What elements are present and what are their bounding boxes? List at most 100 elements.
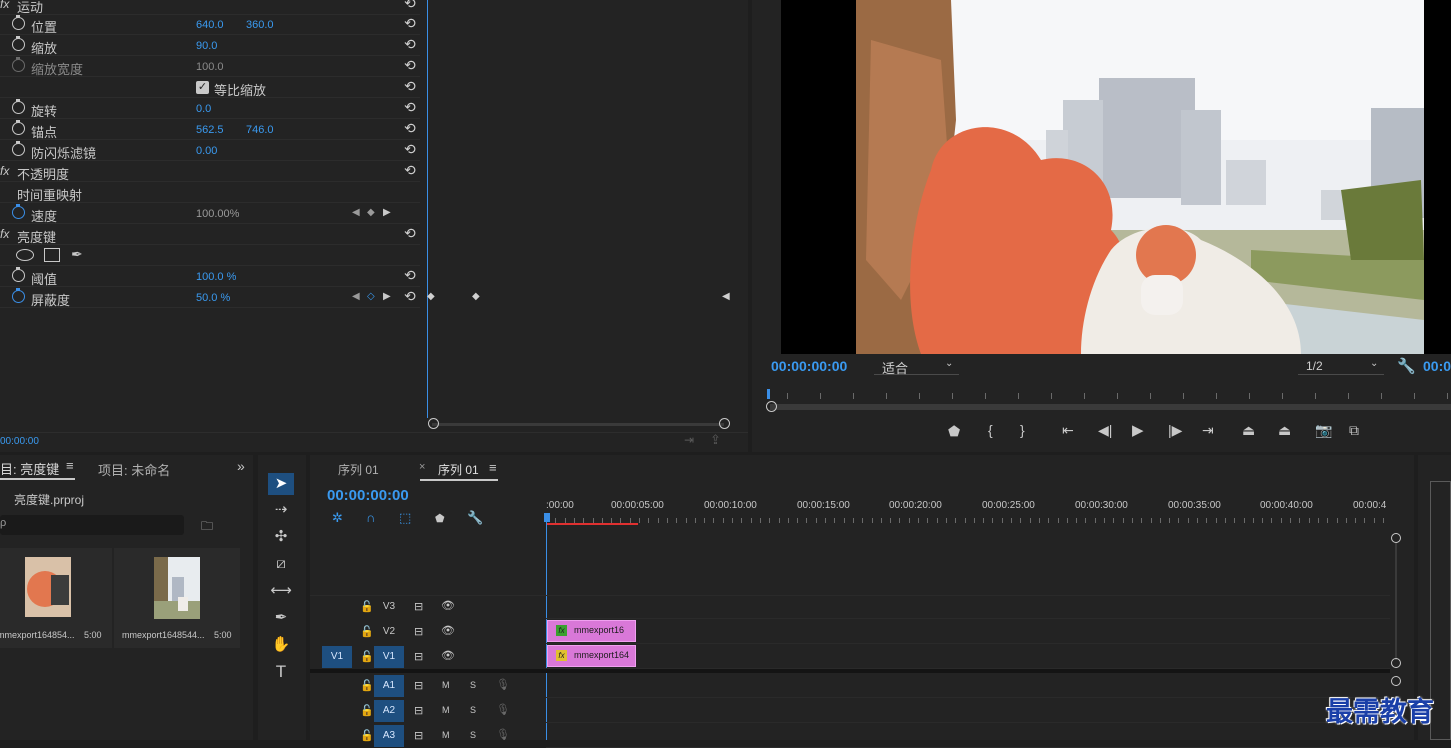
scroll-handle-top[interactable]: [1391, 676, 1401, 686]
sequence-tab-inactive[interactable]: 序列 01: [338, 461, 379, 478]
lock-icon[interactable]: 🔓: [360, 625, 374, 638]
linked-selection-icon[interactable]: ⬚: [399, 510, 411, 526]
stopwatch-icon[interactable]: [12, 36, 25, 51]
keyframe-nav-icon[interactable]: ◀: [722, 291, 730, 302]
hand-tool-icon[interactable]: ✋: [268, 634, 294, 656]
compare-view-icon[interactable]: ⧉: [1349, 422, 1359, 439]
anchor-x-value[interactable]: 562.5: [196, 124, 224, 136]
export-icon[interactable]: ⇪: [710, 432, 721, 448]
scroll-handle-left[interactable]: [428, 418, 439, 429]
project-item[interactable]: mmexport1648544... 5:00: [114, 548, 240, 648]
fit-dropdown[interactable]: 适合 ⌄: [874, 357, 959, 376]
position-y-value[interactable]: 360.0: [246, 19, 274, 31]
track-v1[interactable]: [546, 645, 1390, 669]
playhead-line[interactable]: [427, 0, 428, 418]
opacity-row[interactable]: fx 不透明度 ⟲: [0, 161, 420, 182]
reset-icon[interactable]: ⟲: [404, 288, 416, 305]
mute-button[interactable]: M: [442, 705, 450, 715]
lift-icon[interactable]: ⏏: [1242, 422, 1255, 439]
reset-icon[interactable]: ⟲: [404, 57, 416, 74]
scroll-handle-top[interactable]: [1391, 533, 1401, 543]
sync-lock-icon[interactable]: ⊟: [414, 729, 423, 742]
close-icon[interactable]: ×: [419, 461, 425, 473]
stopwatch-icon[interactable]: [12, 288, 25, 303]
slip-tool-icon[interactable]: ⟷: [268, 580, 294, 602]
track-target[interactable]: A3: [374, 725, 404, 747]
reset-icon[interactable]: ⟲: [404, 78, 416, 95]
filter-icon[interactable]: ⇥: [684, 433, 694, 447]
antiflicker-value[interactable]: 0.00: [196, 145, 217, 157]
sync-lock-icon[interactable]: ⊟: [414, 679, 423, 692]
microphone-icon[interactable]: 🎙: [496, 678, 510, 691]
lock-icon[interactable]: 🔓: [360, 729, 374, 742]
video-canvas[interactable]: [781, 0, 1451, 354]
panel-menu-icon[interactable]: ≡: [66, 458, 74, 473]
solo-button[interactable]: S: [470, 705, 476, 715]
reset-icon[interactable]: ⟲: [404, 225, 416, 242]
step-back-icon[interactable]: ◀|: [1098, 422, 1112, 439]
track-select-tool-icon[interactable]: ⇢: [268, 499, 294, 521]
cutoff-value[interactable]: 50.0 %: [196, 292, 230, 304]
go-to-out-icon[interactable]: ⇥: [1202, 422, 1214, 439]
stopwatch-icon[interactable]: [12, 15, 25, 30]
stopwatch-icon[interactable]: [12, 204, 25, 219]
type-tool-icon[interactable]: T: [268, 661, 294, 683]
threshold-value[interactable]: 100.0 %: [196, 271, 236, 283]
mute-button[interactable]: M: [442, 730, 450, 740]
pen-mask-icon[interactable]: ✒: [71, 246, 83, 263]
lock-icon[interactable]: 🔓: [360, 704, 374, 717]
microphone-icon[interactable]: 🎙: [496, 703, 510, 716]
timeline-timecode[interactable]: 00:00:00:00: [327, 487, 409, 504]
track-v2[interactable]: [546, 620, 1390, 644]
program-timecode[interactable]: 00:00:00:00: [771, 358, 847, 374]
wrench-icon[interactable]: 🔧: [1397, 357, 1416, 375]
panel-menu-icon[interactable]: ≡: [489, 460, 497, 475]
next-keyframe-icon[interactable]: ▶: [383, 291, 391, 302]
ripple-edit-tool-icon[interactable]: ✣: [268, 526, 294, 548]
lock-icon[interactable]: 🔓: [360, 600, 374, 613]
extract-icon[interactable]: ⏏: [1278, 422, 1291, 439]
track-v3[interactable]: [546, 595, 1390, 619]
microphone-icon[interactable]: 🎙: [496, 728, 510, 741]
project-tab-active[interactable]: 目: 亮度键: [0, 459, 59, 478]
prev-keyframe-icon[interactable]: ◀: [352, 291, 360, 302]
sync-lock-icon[interactable]: ⊟: [414, 625, 423, 638]
solo-button[interactable]: S: [470, 680, 476, 690]
reset-icon[interactable]: ⟲: [404, 120, 416, 137]
reset-icon[interactable]: ⟲: [404, 141, 416, 158]
luma-key-row[interactable]: fx 亮度键 ⟲: [0, 224, 420, 245]
stopwatch-icon[interactable]: [12, 141, 25, 156]
keyframe-icon[interactable]: ◆: [472, 291, 480, 302]
add-keyframe-icon[interactable]: ◇: [367, 291, 375, 302]
track-target[interactable]: V1: [374, 646, 404, 668]
stopwatch-icon[interactable]: [12, 120, 25, 135]
project-search-input[interactable]: ρ: [0, 515, 184, 535]
selection-tool-icon[interactable]: ➤: [268, 473, 294, 495]
solo-button[interactable]: S: [470, 730, 476, 740]
rotation-value[interactable]: 0.0: [196, 103, 211, 115]
lock-icon[interactable]: 🔓: [360, 650, 374, 663]
position-x-value[interactable]: 640.0: [196, 19, 224, 31]
reset-icon[interactable]: ⟲: [404, 15, 416, 32]
reset-icon[interactable]: ⟲: [404, 99, 416, 116]
eye-icon[interactable]: 👁: [441, 599, 455, 612]
rectangle-mask-icon[interactable]: [44, 248, 60, 262]
stopwatch-icon[interactable]: [12, 99, 25, 114]
reset-icon[interactable]: ⟲: [404, 162, 416, 179]
mark-out-icon[interactable]: }: [1020, 422, 1025, 438]
nest-icon[interactable]: ✲: [332, 510, 343, 526]
wrench-icon[interactable]: 🔧: [467, 510, 483, 526]
prev-keyframe-icon[interactable]: ◀: [352, 207, 360, 218]
track-a2[interactable]: [546, 699, 1390, 723]
track-target[interactable]: V3: [374, 596, 404, 618]
marker-icon[interactable]: ⬟: [948, 423, 960, 440]
sync-lock-icon[interactable]: ⊟: [414, 600, 423, 613]
lock-icon[interactable]: 🔓: [360, 679, 374, 692]
track-target[interactable]: A2: [374, 700, 404, 722]
new-bin-icon[interactable]: 🗀: [201, 517, 213, 538]
project-tab-other[interactable]: 项目: 未命名: [98, 460, 170, 479]
reset-icon[interactable]: ⟲: [404, 0, 416, 12]
track-target[interactable]: A1: [374, 675, 404, 697]
scroll-handle-bottom[interactable]: [1391, 658, 1401, 668]
video-scrollbar[interactable]: [1395, 543, 1397, 660]
